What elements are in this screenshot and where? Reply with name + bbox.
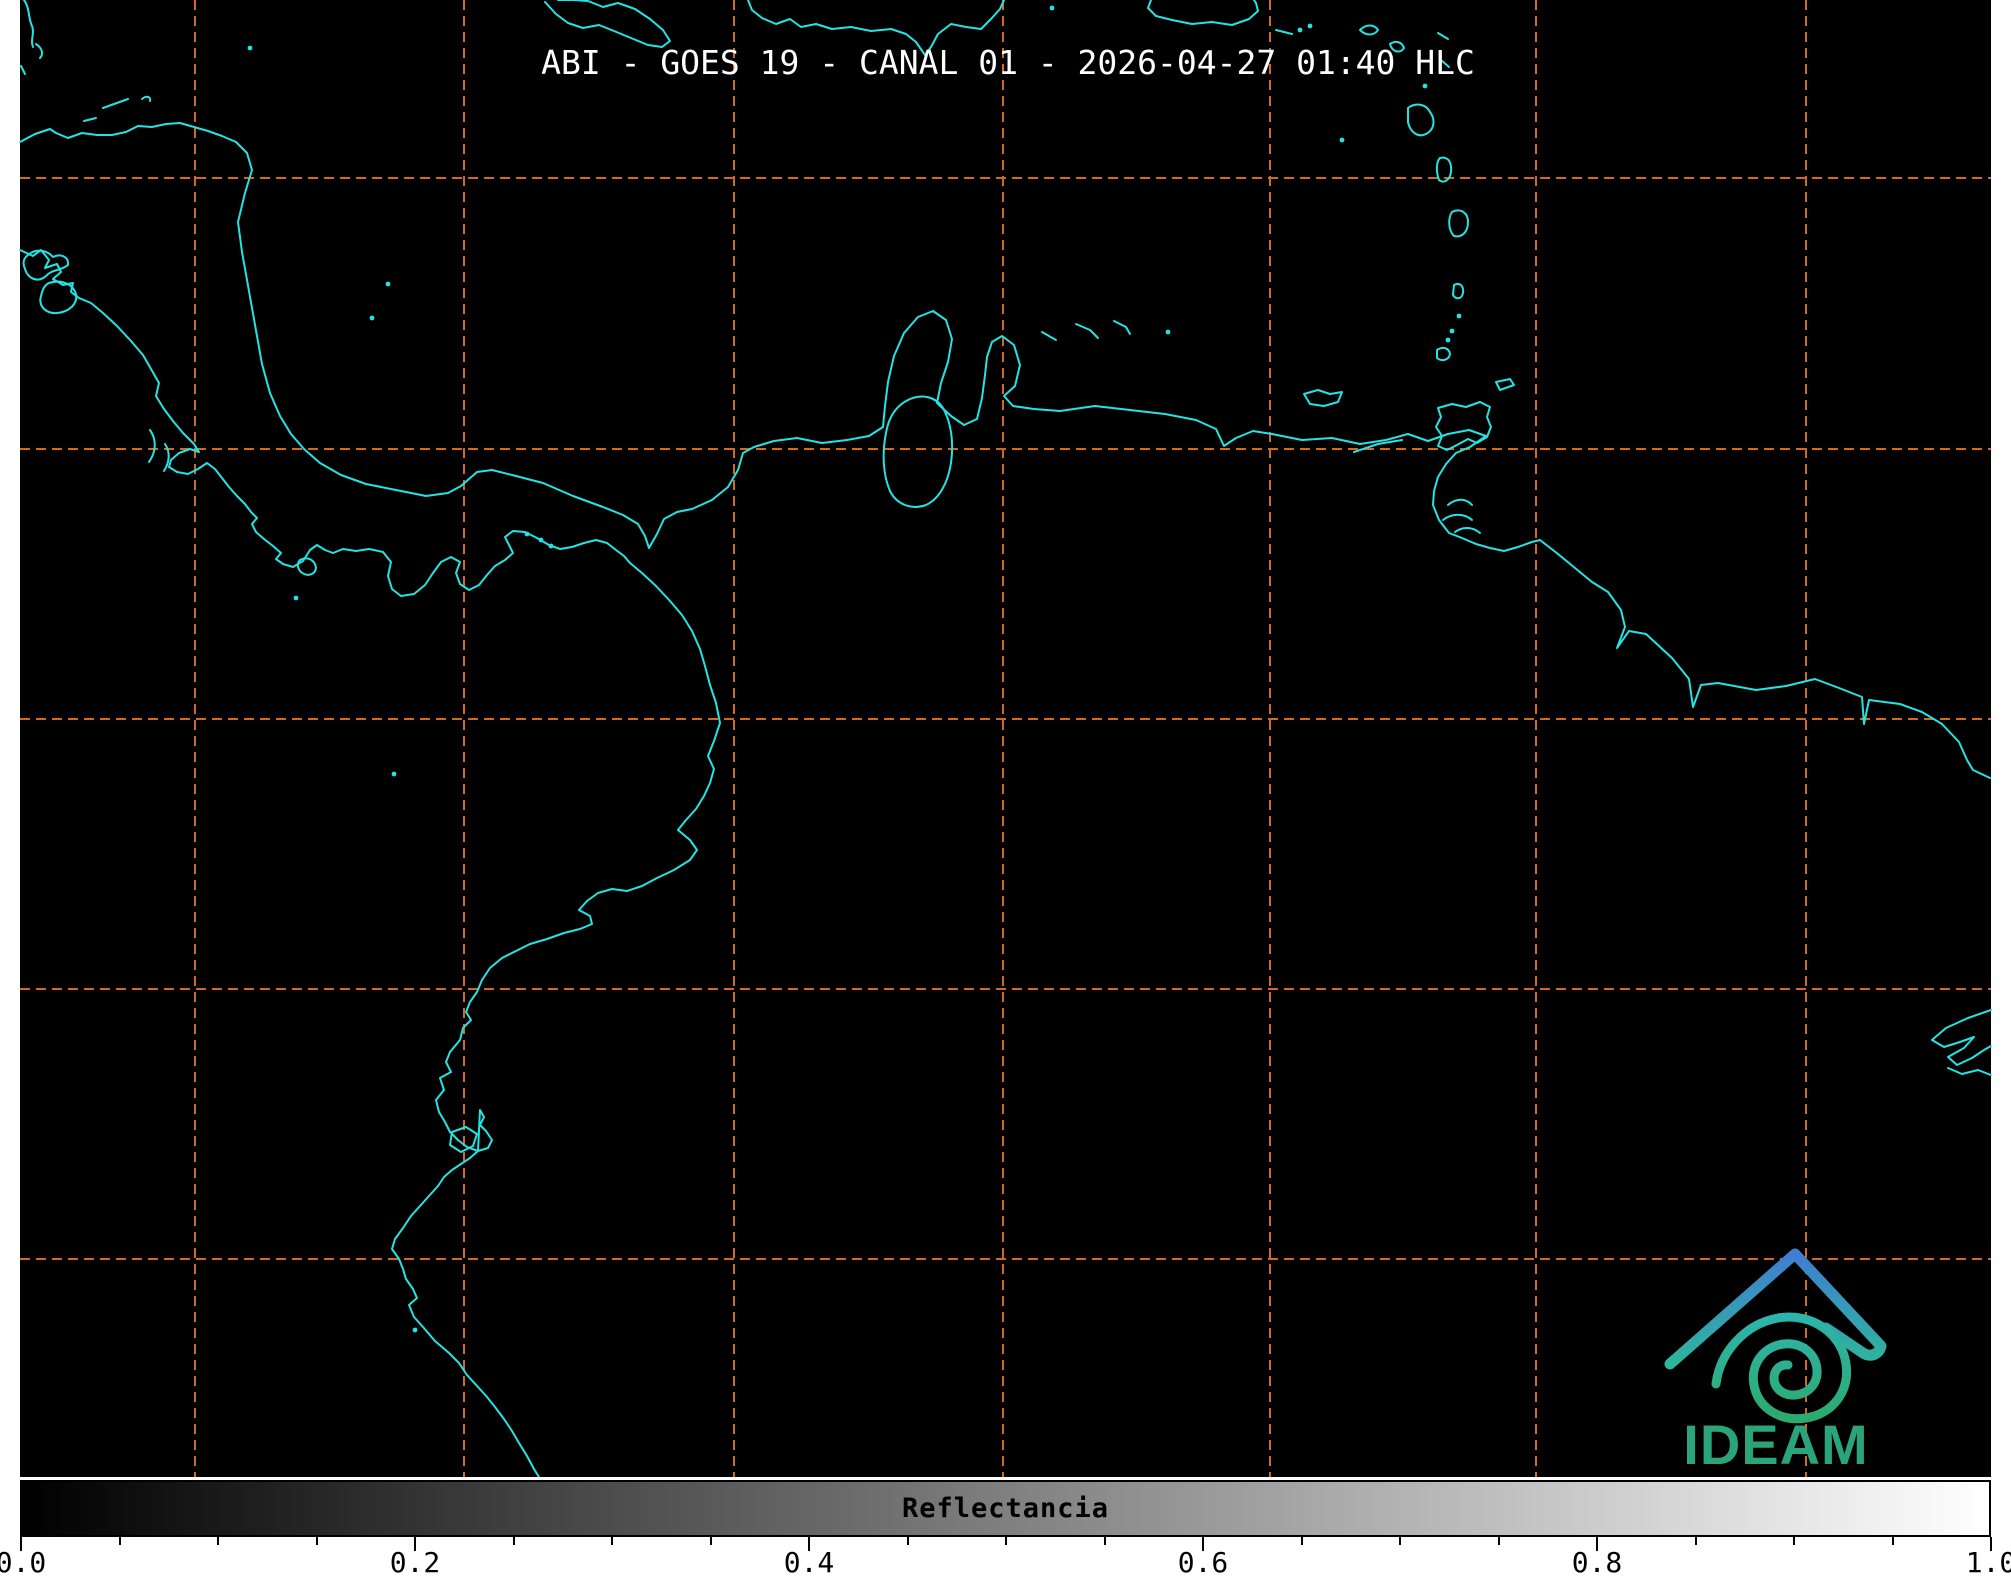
island-dot bbox=[1446, 338, 1451, 343]
colorbar-tick-label: 0.0 bbox=[0, 1549, 46, 1577]
colorbar-tick-label: 0.4 bbox=[784, 1549, 835, 1577]
colorbar-minor-tick bbox=[1399, 1537, 1401, 1545]
colorbar-minor-tick bbox=[1793, 1537, 1795, 1545]
island-dot bbox=[370, 316, 375, 321]
island-dot bbox=[1050, 6, 1055, 11]
island-dot bbox=[549, 544, 554, 549]
colorbar-minor-tick bbox=[1005, 1537, 1007, 1545]
island-dot bbox=[1298, 28, 1303, 33]
colorbar-tick-label: 0.6 bbox=[1178, 1549, 1229, 1577]
colorbar-minor-tick bbox=[1498, 1537, 1500, 1545]
colorbar-minor-tick bbox=[316, 1537, 318, 1545]
island-dot bbox=[1340, 138, 1345, 143]
island-dot bbox=[413, 1328, 418, 1333]
colorbar-minor-tick bbox=[1892, 1537, 1894, 1545]
island-dot bbox=[1308, 24, 1313, 29]
colorbar-minor-tick bbox=[1301, 1537, 1303, 1545]
island-dot bbox=[1450, 329, 1455, 334]
island-dot bbox=[525, 532, 530, 537]
colorbar-minor-tick bbox=[907, 1537, 909, 1545]
colorbar-minor-tick bbox=[217, 1537, 219, 1545]
island-dot bbox=[248, 46, 253, 51]
logo-wordmark: IDEAM bbox=[1683, 1413, 1868, 1474]
island-dot bbox=[1457, 314, 1462, 319]
ideam-logo: IDEAM bbox=[1650, 1242, 1890, 1474]
colorbar-tick-label: 0.8 bbox=[1572, 1549, 1623, 1577]
colorbar-minor-tick bbox=[710, 1537, 712, 1545]
island-dot bbox=[1166, 330, 1171, 335]
colorbar-minor-tick bbox=[1104, 1537, 1106, 1545]
colorbar-minor-tick bbox=[1695, 1537, 1697, 1545]
figure-canvas: ABI - GOES 19 - CANAL 01 - 2026-04-27 01… bbox=[0, 0, 2011, 1577]
colorbar-minor-tick bbox=[611, 1537, 613, 1545]
map-title: ABI - GOES 19 - CANAL 01 - 2026-04-27 01… bbox=[541, 43, 1475, 82]
island-dot bbox=[539, 538, 544, 543]
logo-spiral-icon bbox=[1716, 1317, 1847, 1419]
island-dot bbox=[392, 772, 397, 777]
colorbar-tick-label: 0.2 bbox=[390, 1549, 441, 1577]
colorbar-label: Reflectancia bbox=[902, 1493, 1109, 1524]
island-dot bbox=[1423, 84, 1428, 89]
colorbar-minor-tick bbox=[119, 1537, 121, 1545]
colorbar: Reflectancia bbox=[20, 1480, 1991, 1537]
island-dot bbox=[294, 596, 299, 601]
island-dot bbox=[386, 282, 391, 287]
colorbar-minor-tick bbox=[513, 1537, 515, 1545]
colorbar-tick-label: 1.0 bbox=[1966, 1549, 2011, 1577]
